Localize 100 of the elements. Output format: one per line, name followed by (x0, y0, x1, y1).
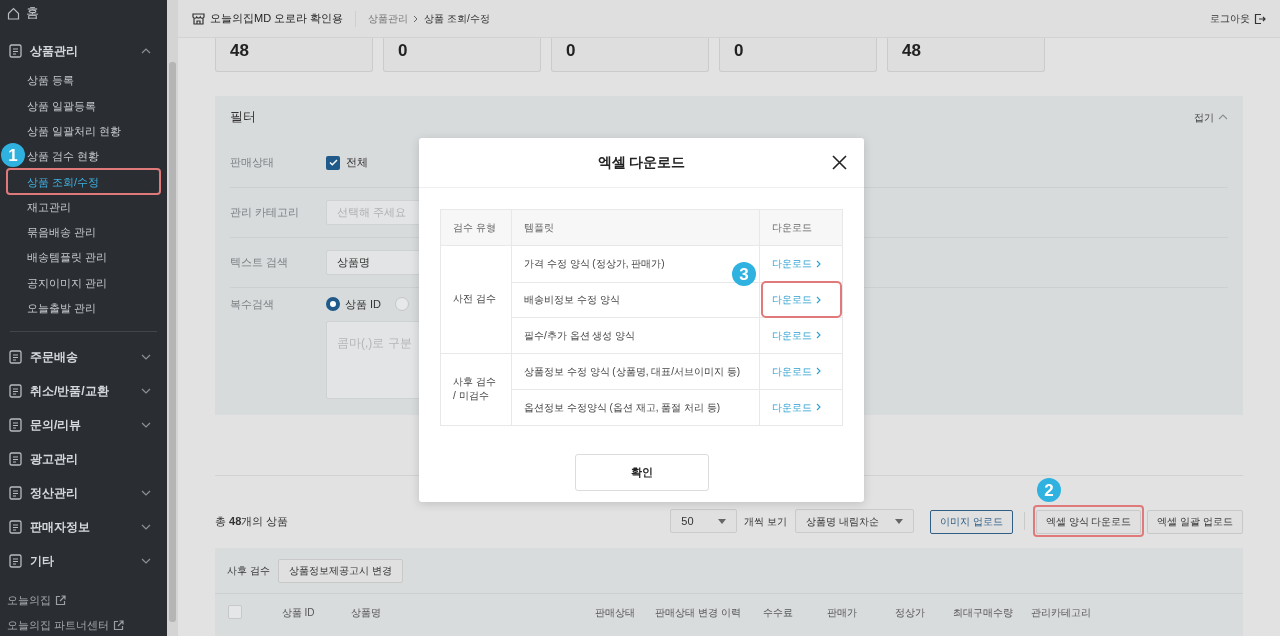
stat-card: 0 (719, 38, 877, 72)
document-icon (9, 519, 22, 534)
document-icon (9, 417, 22, 432)
chevron-down-icon (141, 557, 151, 564)
toolbar-button[interactable]: 엑셀 일괄 업로드 (1147, 509, 1243, 534)
chevron-up-icon (141, 48, 151, 54)
sidebar-item[interactable]: 상품 등록 (27, 72, 75, 89)
column-header: 다운로드 (772, 221, 812, 235)
template-name: 필수/추가 옵션 생성 양식 (524, 328, 636, 343)
sidebar-item[interactable]: 오늘출발 관리 (27, 300, 97, 317)
sidebar-group[interactable]: 주문배송 (30, 347, 133, 366)
template-name: 상품정보 수정 양식 (상품명, 대표/서브이미지 등) (524, 364, 741, 379)
sort-select[interactable]: 상품명 내림차순 (795, 509, 915, 533)
external-link-icon (113, 620, 125, 632)
column-header: 관리카테고리 (1031, 605, 1091, 620)
page-size-label: 개씩 보기 (744, 514, 788, 529)
filter-label: 판매상태 (230, 155, 275, 171)
column-header: 템플릿 (524, 221, 554, 235)
stat-card: 48 (887, 38, 1045, 72)
chevron-right-icon (816, 331, 821, 340)
chevron-right-icon (816, 403, 821, 412)
template-name: 가격 수정 양식 (정상가, 판매가) (524, 257, 665, 272)
column-header: 상품명 (351, 605, 381, 620)
column-header: 정상가 (894, 605, 925, 620)
radio-label: 상품 ID (345, 297, 382, 312)
column-header: 상품 ID (281, 605, 315, 620)
chevron-down-icon (141, 387, 151, 394)
chevron-down-icon (141, 353, 151, 360)
sidebar-item[interactable]: 상품 일괄등록 (27, 97, 97, 115)
notice-change-button[interactable]: 상품정보제공고시 변경 (277, 558, 403, 583)
document-icon (9, 553, 22, 568)
checkbox-label: 전체 (346, 155, 368, 171)
column-header: 판매가 (826, 605, 857, 620)
chevron-right-icon (816, 259, 821, 268)
sidebar-item[interactable]: 배송템플릿 관리 (27, 249, 108, 266)
stat-card: 0 (551, 38, 709, 72)
sidebar-group[interactable]: 정산관리 (30, 483, 133, 502)
sidebar-group[interactable]: 취소/반품/교환 (30, 381, 133, 400)
chevron-up-icon (1218, 114, 1228, 120)
logout-link[interactable]: 로그아웃 (1210, 11, 1250, 26)
column-header: 판매상태 (595, 605, 635, 620)
collapse-button[interactable]: 접기 (1194, 109, 1214, 125)
close-icon[interactable] (832, 155, 847, 170)
external-link[interactable]: 오늘의집 (7, 591, 51, 609)
chevron-right-icon (816, 367, 821, 376)
sidebar-item[interactable]: 상품 조회/수정 (27, 173, 100, 191)
filter-label: 복수검색 (230, 297, 275, 312)
home-icon (7, 6, 20, 20)
filter-label: 텍스트 검색 (230, 255, 290, 271)
sidebar-item[interactable]: 홈 (26, 3, 39, 23)
scrollbar-thumb[interactable] (169, 62, 176, 622)
chevron-down-icon (141, 421, 151, 428)
callout-badge: 1 (1, 143, 25, 168)
chevron-right-icon (413, 14, 420, 23)
callout-badge: 3 (732, 262, 756, 287)
sidebar-group[interactable]: 기타 (30, 551, 133, 570)
document-icon (9, 451, 22, 466)
stat-card: 48 (215, 38, 373, 72)
sidebar-group[interactable]: 판매자정보 (30, 517, 133, 536)
page-size-select[interactable]: 50 (670, 509, 738, 533)
sidebar-item[interactable]: 공지이미지 관리 (27, 274, 108, 292)
sidebar-item[interactable]: 상품 검수 현황 (27, 148, 100, 165)
sidebar-group[interactable]: 상품관리 (30, 42, 133, 60)
store-icon (192, 12, 205, 25)
callout-badge: 2 (1036, 478, 1061, 503)
external-link[interactable]: 오늘의집 파트너센터 (7, 617, 110, 634)
breadcrumb-item: 상품 조회/수정 (424, 12, 490, 26)
toolbar-button[interactable]: 이미지 업로드 (930, 509, 1013, 534)
inspection-type: 사전 검수 (453, 292, 496, 307)
template-name: 배송비정보 수정 양식 (524, 293, 620, 308)
template-name: 옵션정보 수정양식 (옵션 재고, 품절 처리 등) (524, 400, 721, 415)
filter-title: 필터 (230, 108, 256, 127)
store-name: 오늘의집MD 오로라 확인용 (210, 11, 344, 27)
column-header: 검수 유형 (453, 221, 496, 235)
radio-button[interactable] (326, 297, 340, 312)
total-count: 총 48개의 상품 (215, 513, 289, 529)
logout-icon (1254, 12, 1266, 25)
chevron-down-icon (141, 489, 151, 496)
sidebar-group[interactable]: 문의/리뷰 (30, 415, 133, 434)
inspection-type: 사후 검수 / 미검수 (453, 375, 496, 403)
document-icon (9, 383, 22, 398)
chevron-right-icon (816, 295, 821, 304)
document-icon (9, 349, 22, 364)
chevron-down-icon (141, 523, 151, 530)
breadcrumb-item[interactable]: 상품관리 (368, 11, 409, 26)
checkbox[interactable] (326, 155, 340, 170)
sidebar-item[interactable]: 묶음배송 관리 (27, 224, 97, 241)
dialog-title: 엑셀 다운로드 (597, 153, 686, 172)
confirm-button[interactable]: 확인 (574, 453, 709, 491)
column-header: 최대구매수량 (953, 605, 1013, 620)
sidebar-item[interactable]: 상품 일괄처리 현황 (27, 123, 122, 140)
sidebar-group[interactable]: 광고관리 (30, 449, 151, 468)
column-header: 판매상태 변경 이력 (655, 605, 741, 620)
toolbar-label: 사후 검수 (227, 564, 270, 578)
document-icon (9, 44, 22, 58)
sidebar-item[interactable]: 재고관리 (27, 198, 71, 216)
stat-card: 0 (383, 38, 541, 72)
toolbar-button[interactable]: 엑셀 양식 다운로드 (1035, 509, 1142, 534)
select-all-checkbox[interactable] (228, 605, 242, 619)
document-icon (9, 485, 22, 500)
